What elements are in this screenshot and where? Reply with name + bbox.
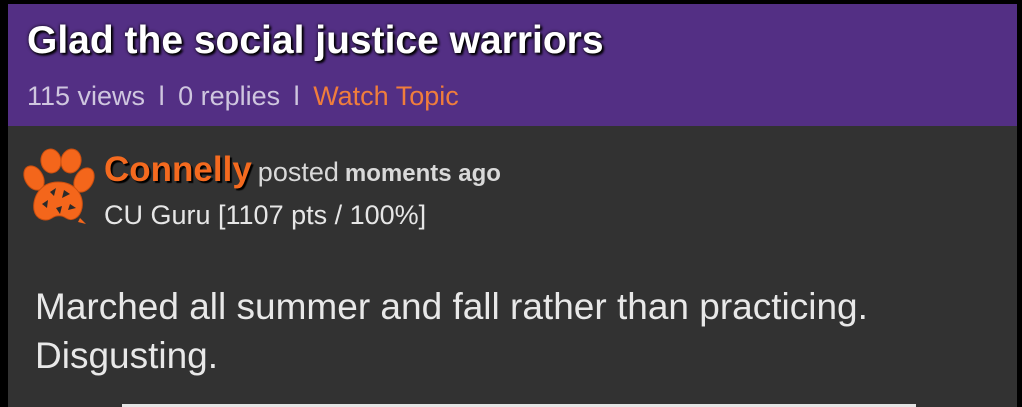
meta-separator: l xyxy=(158,81,165,111)
topic-title: Glad the social justice warriors xyxy=(27,19,604,62)
post-card: Connelly posted moments ago CU Guru [1107 … xyxy=(8,126,1017,407)
post-timestamp: moments ago xyxy=(344,160,501,187)
topic-header: Glad the social justice warriors 115 vie… xyxy=(8,4,1017,126)
author-rank: CU Guru [1107 pts / 100%] xyxy=(104,200,427,230)
topic-meta: 115 views l 0 replies l Watch Topic xyxy=(27,80,459,112)
reply-count: 0 replies xyxy=(178,81,281,111)
tiger-paw-icon-graphic xyxy=(23,148,95,224)
post-content: Marched all summer and fall rather than … xyxy=(35,286,868,376)
author-name-link[interactable]: Connelly xyxy=(104,150,252,189)
view-count: 115 views xyxy=(27,81,146,111)
posted-label: posted xyxy=(257,157,339,187)
screenshot-frame: Glad the social justice warriors 115 vie… xyxy=(0,0,1022,407)
watch-topic-link[interactable]: Watch Topic xyxy=(313,81,459,111)
tiger-paw-icon[interactable] xyxy=(20,148,96,230)
meta-separator: l xyxy=(293,81,300,111)
post-header: Connelly posted moments ago xyxy=(104,150,501,197)
